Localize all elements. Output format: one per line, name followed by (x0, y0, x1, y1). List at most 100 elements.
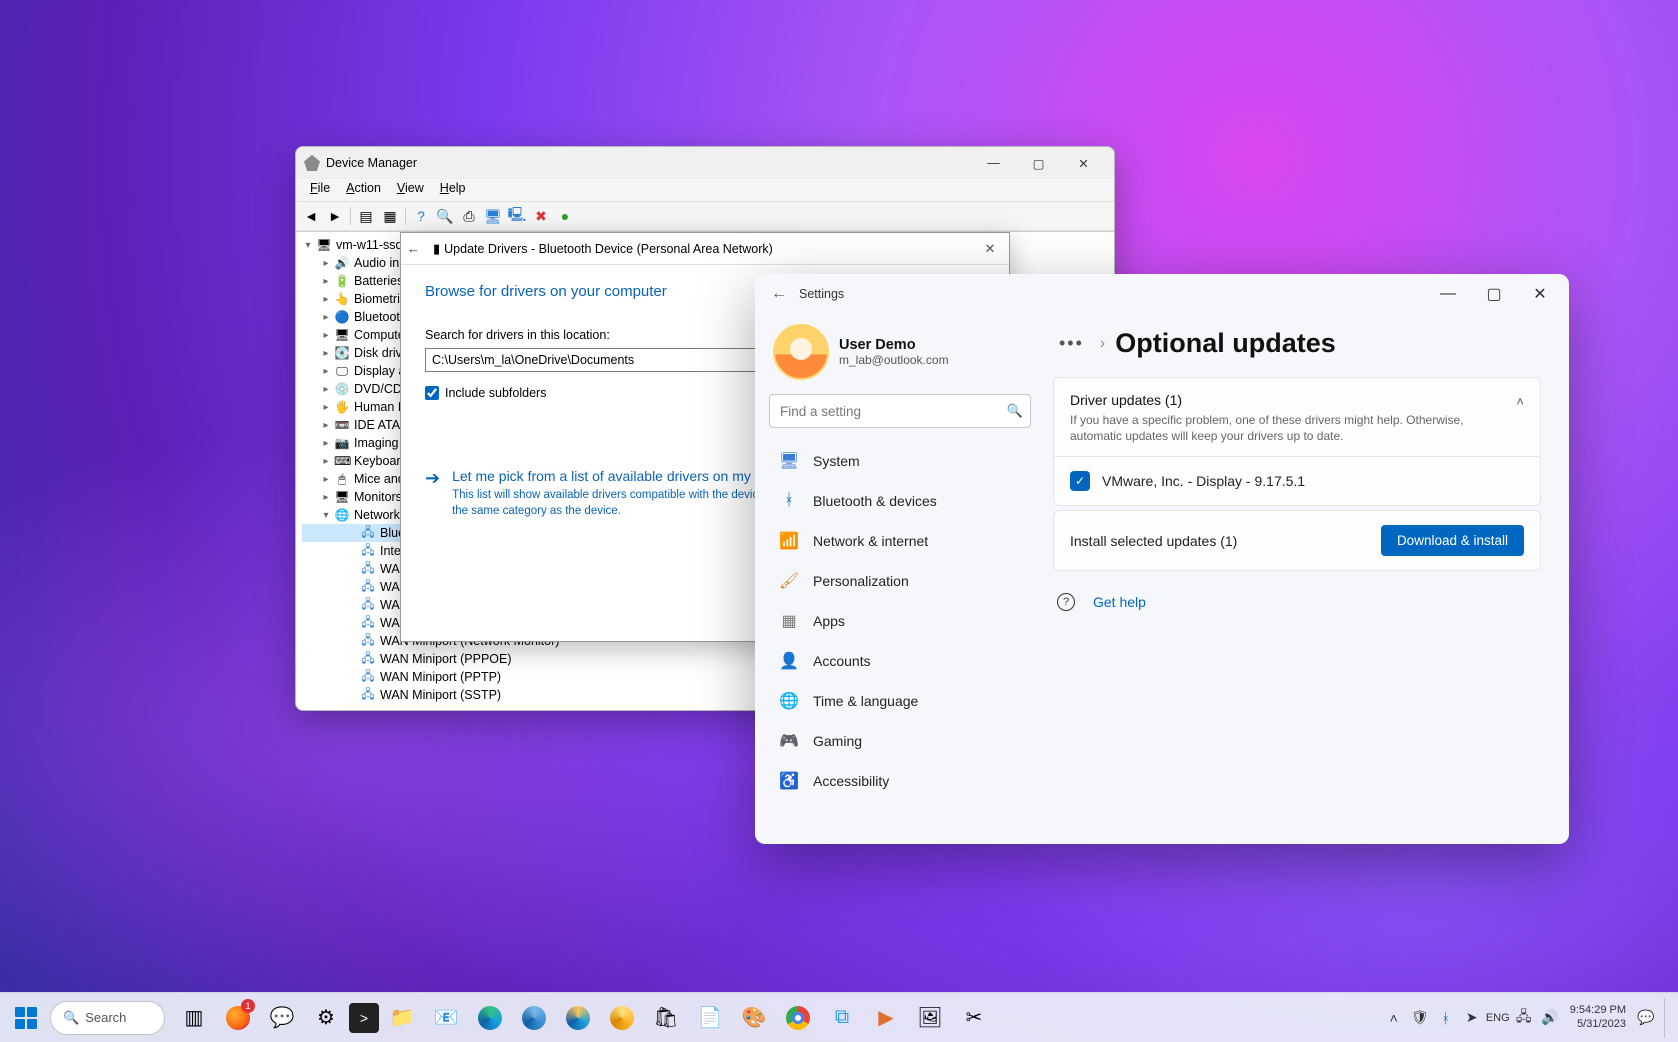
install-bar: Install selected updates (1) Download & … (1053, 510, 1541, 571)
get-help-link[interactable]: Get help (1093, 594, 1146, 610)
app-outlook-icon[interactable]: 📧 (425, 997, 467, 1039)
app-vscode-icon[interactable]: ⧉ (821, 997, 863, 1039)
taskbar-clock[interactable]: 9:54:29 PM 5/31/2023 (1564, 1004, 1632, 1032)
nav-item-apps[interactable]: ▦Apps (769, 602, 1031, 640)
search-icon: 🔍 (63, 1010, 79, 1026)
app-snip-icon[interactable]: ✂ (953, 997, 995, 1039)
scan-icon[interactable]: 🔍 (434, 205, 456, 227)
nav-item-bluetooth-devices[interactable]: ᚼBluetooth & devices (769, 482, 1031, 520)
nav-item-personalization[interactable]: 🖌Personalization (769, 562, 1031, 600)
nav-item-network-internet[interactable]: 📶Network & internet (769, 522, 1031, 560)
taskbar: 🔍 Search ▥ 1 💬 ⚙ > 📁 📧 🛍 📄 🎨 ⧉ ▶ 🖼 ✂ ˄ 🛡… (0, 992, 1678, 1042)
app-photos-icon[interactable]: 🖼 (909, 997, 951, 1039)
close-button[interactable]: ✕ (1517, 278, 1563, 310)
menu-action[interactable]: Action (338, 179, 389, 201)
app-edge-icon[interactable] (469, 997, 511, 1039)
taskbar-search[interactable]: 🔍 Search (50, 1001, 165, 1035)
show-hide-tree-icon[interactable]: ▤ (355, 205, 377, 227)
menu-file[interactable]: File (302, 179, 338, 201)
menu-view[interactable]: View (389, 179, 432, 201)
disable-icon[interactable]: ✖ (530, 205, 552, 227)
minimize-button[interactable]: — (1425, 278, 1471, 310)
tray-security-icon[interactable]: 🛡 (1408, 1003, 1432, 1033)
tray-bluetooth-icon[interactable]: ᚼ (1434, 1003, 1458, 1033)
system-tray: ˄ 🛡 ᚼ ➤ ENG 🖧 🔊 9:54:29 PM 5/31/2023 💬 (1382, 998, 1670, 1038)
device-manager-titlebar[interactable]: Device Manager — ▢ ✕ (296, 147, 1114, 179)
nav-item-time-language[interactable]: 🌐Time & language (769, 682, 1031, 720)
close-icon[interactable]: ✕ (975, 237, 1005, 261)
nav-icon: 📶 (779, 531, 799, 551)
download-install-button[interactable]: Download & install (1381, 525, 1524, 556)
settings-nav: User Demo m_lab@outlook.com 🔍 🖥SystemᚼBl… (755, 314, 1045, 844)
app-teams-icon[interactable]: 💬 (261, 997, 303, 1039)
app-edge-dev-icon[interactable] (557, 997, 599, 1039)
enable-icon[interactable]: ● (554, 205, 576, 227)
app-terminal-icon[interactable]: > (349, 1003, 379, 1033)
toolbar: ◄ ► ▤ ▦ ? 🔍 ⎙ 🖥 🖳 ✖ ● (296, 201, 1114, 231)
update-driver-icon[interactable]: 🖥 (482, 205, 504, 227)
app-media-icon[interactable]: ▶ (865, 997, 907, 1039)
arrow-right-icon: ➔ (425, 468, 440, 519)
app-notepad-icon[interactable]: 📄 (689, 997, 731, 1039)
settings-search-input[interactable] (769, 394, 1031, 428)
nav-icon: ▦ (779, 611, 799, 631)
properties-icon[interactable]: ▦ (379, 205, 401, 227)
app-chrome-icon[interactable] (777, 997, 819, 1039)
install-count-text: Install selected updates (1) (1070, 533, 1237, 549)
uninstall-icon[interactable]: 🖳 (506, 205, 528, 227)
nav-icon: ᚼ (779, 492, 799, 510)
nav-item-accessibility[interactable]: ♿Accessibility (769, 762, 1031, 800)
driver-checkbox[interactable]: ✓ (1070, 471, 1090, 491)
tray-notifications-icon[interactable]: 💬 (1634, 1003, 1658, 1033)
app-store-icon[interactable]: 🛍 (645, 997, 687, 1039)
include-subfolders-input[interactable] (425, 386, 439, 400)
nav-icon: 👤 (779, 651, 799, 671)
driver-updates-expander: Driver updates (1) If you have a specifi… (1053, 377, 1541, 506)
nav-item-gaming[interactable]: 🎮Gaming (769, 722, 1031, 760)
driver-label: VMware, Inc. - Display - 9.17.5.1 (1102, 473, 1305, 489)
tray-overflow-icon[interactable]: ˄ (1382, 1003, 1406, 1033)
breadcrumb-more-icon[interactable]: ••• (1053, 329, 1090, 358)
nav-item-system[interactable]: 🖥System (769, 442, 1031, 480)
app-paint-icon[interactable]: 🎨 (733, 997, 775, 1039)
app-todo-icon[interactable]: 1 (217, 997, 259, 1039)
nav-icon: 🎮 (779, 731, 799, 751)
avatar (773, 324, 829, 380)
help-icon[interactable]: ? (410, 205, 432, 227)
profile-email: m_lab@outlook.com (839, 353, 949, 367)
task-view-icon[interactable]: ▥ (173, 997, 215, 1039)
expander-title: Driver updates (1) (1070, 392, 1470, 408)
add-legacy-icon[interactable]: ⎙ (458, 205, 480, 227)
minimize-button[interactable]: — (971, 149, 1016, 177)
tray-language-icon[interactable]: ENG (1486, 1003, 1510, 1033)
forward-icon[interactable]: ► (324, 205, 346, 227)
nav-icon: 🖥 (779, 451, 799, 471)
back-icon[interactable]: ◄ (300, 205, 322, 227)
chevron-up-icon: ˄ (1516, 392, 1524, 409)
driver-update-row[interactable]: ✓ VMware, Inc. - Display - 9.17.5.1 (1054, 456, 1540, 505)
page-title: Optional updates (1115, 328, 1336, 359)
settings-titlebar[interactable]: ← Settings — ▢ ✕ (755, 274, 1569, 314)
maximize-button[interactable]: ▢ (1016, 149, 1061, 177)
nav-item-accounts[interactable]: 👤Accounts (769, 642, 1031, 680)
show-desktop-button[interactable] (1664, 998, 1670, 1038)
app-edge-canary-icon[interactable] (601, 997, 643, 1039)
settings-main: ••• › Optional updates Driver updates (1… (1045, 314, 1569, 844)
app-explorer-icon[interactable]: 📁 (381, 997, 423, 1039)
back-icon[interactable]: ← (765, 280, 793, 308)
nav-icon: ♿ (779, 771, 799, 791)
menu-help[interactable]: Help (432, 179, 474, 201)
profile-block[interactable]: User Demo m_lab@outlook.com (769, 318, 1031, 394)
back-icon[interactable]: ← (407, 241, 429, 256)
tray-volume-icon[interactable]: 🔊 (1538, 1003, 1562, 1033)
start-button[interactable] (8, 1000, 44, 1036)
close-button[interactable]: ✕ (1061, 149, 1106, 177)
chevron-right-icon: › (1100, 335, 1105, 353)
expander-header[interactable]: Driver updates (1) If you have a specifi… (1070, 392, 1524, 444)
maximize-button[interactable]: ▢ (1471, 278, 1517, 310)
settings-window: ← Settings — ▢ ✕ User Demo m_lab@outlook… (755, 274, 1569, 844)
app-settings-icon[interactable]: ⚙ (305, 997, 347, 1039)
tray-location-icon[interactable]: ➤ (1460, 1003, 1484, 1033)
tray-network-icon[interactable]: 🖧 (1512, 1003, 1536, 1033)
app-edge-beta-icon[interactable] (513, 997, 555, 1039)
